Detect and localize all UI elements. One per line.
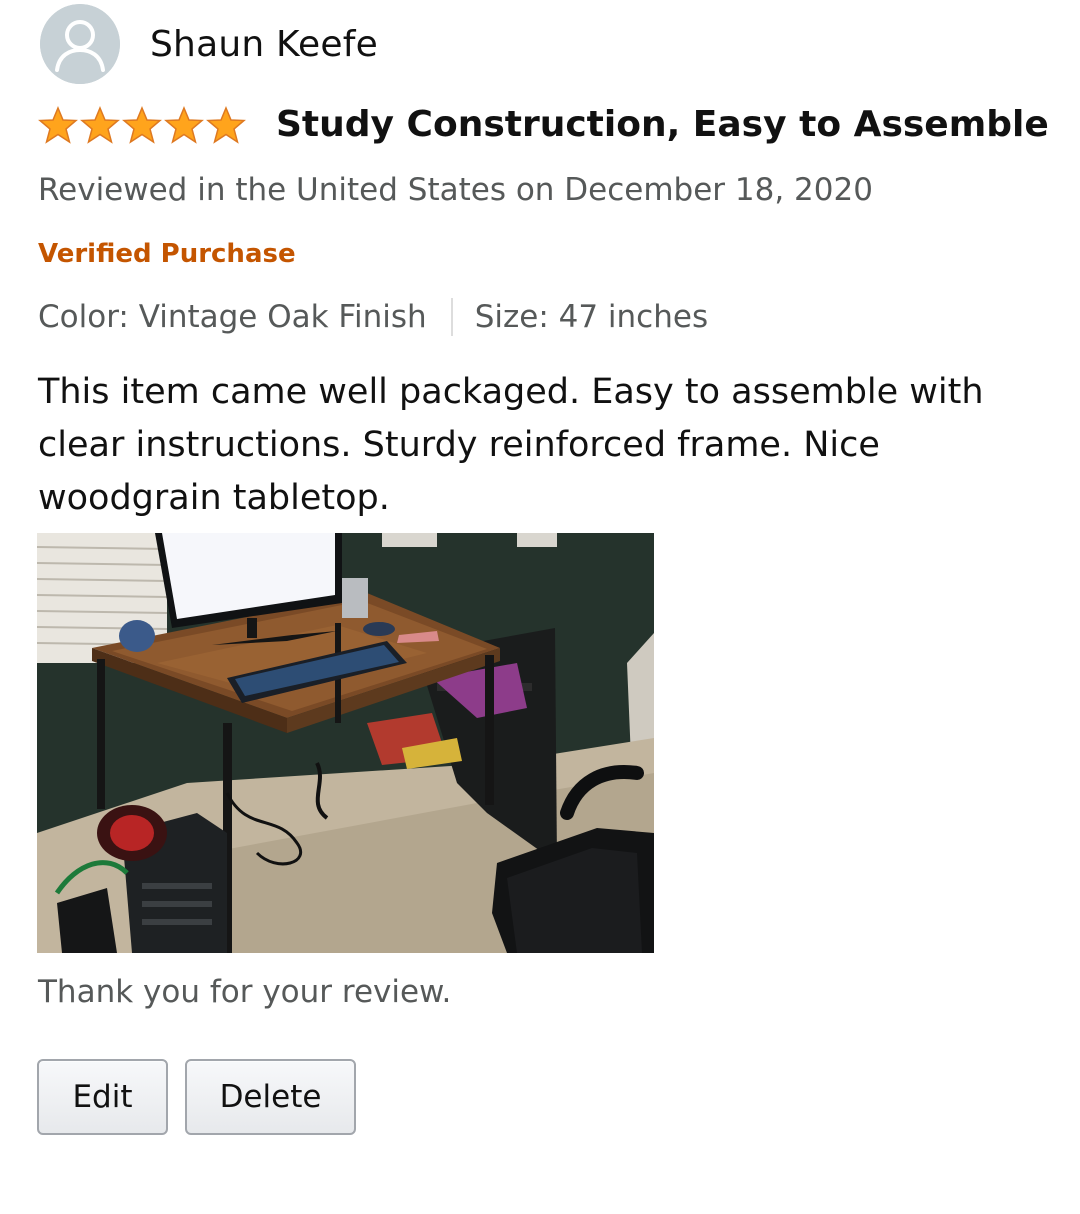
star-rating <box>38 105 246 145</box>
product-variant-info: Color: Vintage Oak Finish Size: 47 inche… <box>38 298 708 336</box>
default-profile-icon[interactable] <box>40 4 120 84</box>
review-photo[interactable] <box>37 533 654 953</box>
review-title: Study Construction, Easy to Assemble <box>276 104 1049 145</box>
variant-divider <box>450 298 453 336</box>
star-icon <box>122 105 162 145</box>
star-icon <box>38 105 78 145</box>
star-icon <box>80 105 120 145</box>
review-body: This item came well packaged. Easy to as… <box>38 372 984 518</box>
star-icon <box>164 105 204 145</box>
star-icon <box>206 105 246 145</box>
color-variant: Color: Vintage Oak Finish <box>38 299 427 335</box>
review-date: Reviewed in the United States on Decembe… <box>38 172 873 208</box>
review-header: Study Construction, Easy to Assemble <box>38 104 1049 145</box>
reviewer-name[interactable]: Shaun Keefe <box>150 24 378 65</box>
review-actions: Edit Delete <box>37 1059 356 1135</box>
size-variant: Size: 47 inches <box>474 299 709 335</box>
thank-you-message: Thank you for your review. <box>38 974 452 1010</box>
edit-button[interactable]: Edit <box>37 1059 168 1135</box>
reviewer-profile[interactable]: Shaun Keefe <box>40 4 378 84</box>
delete-button[interactable]: Delete <box>185 1059 356 1135</box>
verified-purchase-badge: Verified Purchase <box>38 239 296 269</box>
